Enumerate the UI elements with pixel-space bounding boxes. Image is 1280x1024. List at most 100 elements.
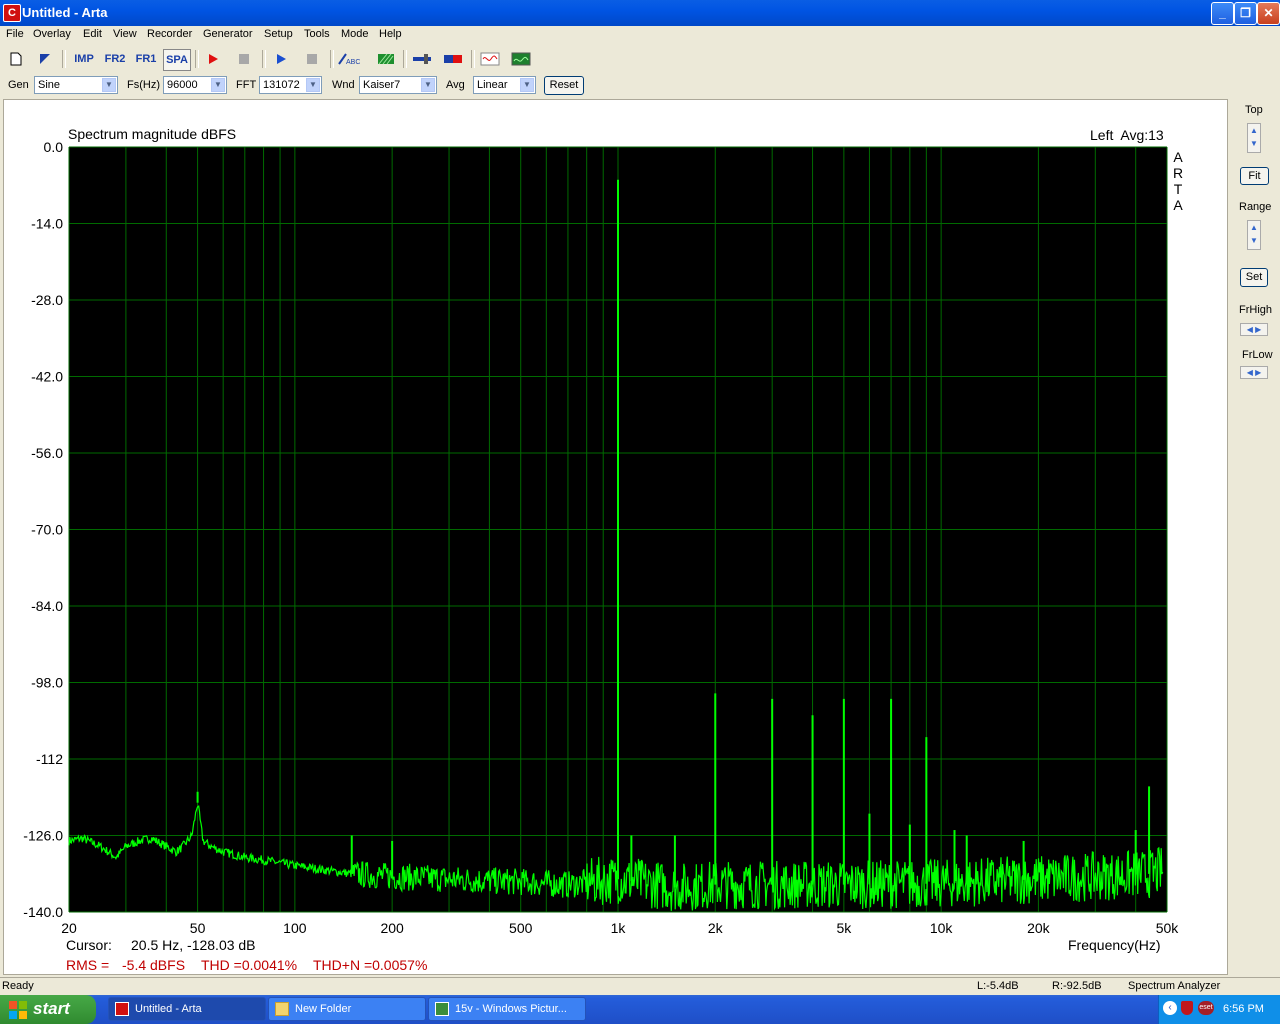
frhigh-label: FrHigh — [1239, 304, 1273, 316]
wnd-value: Kaiser7 — [363, 79, 401, 91]
title-bar: C Untitled - Arta _ ❐ ✕ — [0, 0, 1280, 26]
thd-value: THD =0.0041% — [201, 957, 298, 973]
abc-icon[interactable]: ABC — [337, 49, 361, 69]
range-label: Range — [1239, 201, 1272, 213]
rms-label: RMS = — [66, 957, 110, 973]
menu-generator[interactable]: Generator — [203, 28, 253, 40]
chevron-down-icon[interactable]: ▼ — [520, 78, 534, 92]
menu-view[interactable]: View — [113, 28, 137, 40]
generator-play-icon[interactable] — [270, 49, 292, 69]
app-icon[interactable]: C — [3, 4, 21, 22]
thdn-value: THD+N =0.0057% — [313, 957, 428, 973]
fr1-mode-button[interactable]: FR1 — [133, 49, 159, 69]
fft-select[interactable]: 131072 ▼ — [259, 76, 322, 94]
menu-tools[interactable]: Tools — [304, 28, 330, 40]
y-tick-label: 0.0 — [44, 139, 64, 155]
menu-help[interactable]: Help — [379, 28, 402, 40]
fft-value: 131072 — [263, 79, 300, 91]
y-tick-label: -56.0 — [31, 445, 63, 461]
slider-icon[interactable] — [411, 49, 433, 69]
task-arta[interactable]: Untitled - Arta — [108, 997, 266, 1021]
antivirus-icon[interactable]: eset — [1198, 1001, 1214, 1015]
generator-stop-icon[interactable] — [301, 49, 323, 69]
fs-select[interactable]: 96000 ▼ — [163, 76, 227, 94]
menu-mode[interactable]: Mode — [341, 28, 369, 40]
gen-select[interactable]: Sine ▼ — [34, 76, 118, 94]
tray-expand-icon[interactable]: ‹ — [1163, 1001, 1177, 1015]
y-tick-label: -84.0 — [31, 598, 63, 614]
shield-icon[interactable] — [1181, 1001, 1193, 1015]
frlow-label: FrLow — [1242, 349, 1273, 361]
stop-icon[interactable] — [233, 49, 255, 69]
frlow-spinner[interactable]: ◀ ▶ — [1240, 366, 1268, 379]
arta-vertical-label: A R T A — [1172, 149, 1184, 213]
taskbar: start Untitled - Arta New Folder 15v - W… — [0, 995, 1280, 1024]
spectrum-scope-icon[interactable] — [510, 49, 532, 69]
frhigh-spinner[interactable]: ◀ ▶ — [1240, 323, 1268, 336]
mode-indicator: Spectrum Analyzer — [1128, 980, 1221, 992]
x-tick-label: 50 — [190, 920, 206, 936]
x-tick-label: 200 — [380, 920, 404, 936]
menu-file[interactable]: File — [6, 28, 24, 40]
arta-letter: T — [1173, 181, 1183, 197]
record-play-icon[interactable] — [202, 49, 224, 69]
window-title: Untitled - Arta — [22, 5, 108, 20]
wnd-select[interactable]: Kaiser7 ▼ — [359, 76, 437, 94]
x-tick-label: 20k — [1027, 920, 1051, 936]
task-label: Untitled - Arta — [135, 1003, 202, 1015]
fs-label: Fs(Hz) — [127, 79, 160, 91]
reset-button[interactable]: Reset — [544, 76, 584, 95]
new-file-icon[interactable] — [5, 49, 27, 69]
menu-recorder[interactable]: Recorder — [147, 28, 192, 40]
range-spinner[interactable]: ▲ ▼ — [1247, 220, 1261, 250]
menu-setup[interactable]: Setup — [264, 28, 293, 40]
avg-select[interactable]: Linear ▼ — [473, 76, 536, 94]
y-tick-label: -126.0 — [23, 828, 63, 844]
status-bar: Ready L:-5.4dB R:-92.5dB Spectrum Analyz… — [0, 977, 1280, 996]
level-meter-icon[interactable] — [442, 49, 464, 69]
chevron-down-icon[interactable]: ▼ — [306, 78, 320, 92]
svg-text:ABC: ABC — [346, 59, 360, 66]
controls-toolbar: Gen Sine ▼ Fs(Hz) 96000 ▼ FFT 131072 ▼ W… — [0, 73, 1280, 99]
left-level: L:-5.4dB — [977, 980, 1019, 992]
open-arrow-icon[interactable] — [34, 49, 56, 69]
spectrum-chart[interactable]: 0.0 -14.0 -28.0 -42.0 -56.0 -70.0 -84.0 -98.0 -1… — [4, 100, 1227, 974]
arta-letter: A — [1173, 149, 1183, 165]
scope-icon[interactable] — [479, 49, 501, 69]
task-picture-viewer[interactable]: 15v - Windows Pictur... — [428, 997, 586, 1021]
status-text: Ready — [2, 980, 34, 992]
set-button[interactable]: Set — [1240, 268, 1268, 287]
fft-label: FFT — [236, 79, 257, 91]
chevron-down-icon[interactable]: ▼ — [421, 78, 435, 92]
toolbar-separator — [195, 50, 199, 68]
fs-value: 96000 — [167, 79, 198, 91]
task-label: 15v - Windows Pictur... — [455, 1003, 567, 1015]
cursor-label: Cursor: — [66, 937, 112, 953]
start-button[interactable]: start — [0, 995, 96, 1024]
gen-value: Sine — [38, 79, 61, 91]
toolbar-separator — [330, 50, 334, 68]
clock: 6:56 PM — [1223, 1003, 1264, 1015]
x-axis-label: Frequency(Hz) — [1068, 937, 1161, 953]
menu-overlay[interactable]: Overlay — [33, 28, 71, 40]
y-tick-label: -42.0 — [31, 369, 63, 385]
x-tick-label: 1k — [611, 920, 627, 936]
x-tick-label: 2k — [708, 920, 724, 936]
chevron-down-icon[interactable]: ▼ — [102, 78, 116, 92]
top-spinner[interactable]: ▲ ▼ — [1247, 123, 1261, 153]
x-tick-label: 100 — [283, 920, 307, 936]
fr2-mode-button[interactable]: FR2 — [102, 49, 128, 69]
minimize-button[interactable]: _ — [1211, 2, 1234, 25]
task-new-folder[interactable]: New Folder — [268, 997, 426, 1021]
y-tick-label: -28.0 — [31, 292, 63, 308]
windows-logo-icon — [9, 1001, 27, 1019]
chevron-down-icon[interactable]: ▼ — [211, 78, 225, 92]
close-button[interactable]: ✕ — [1257, 2, 1280, 25]
fit-button[interactable]: Fit — [1240, 167, 1269, 185]
menu-edit[interactable]: Edit — [83, 28, 102, 40]
plot-panel: 0.0 -14.0 -28.0 -42.0 -56.0 -70.0 -84.0 -98.0 -1… — [3, 99, 1228, 975]
impulse-mode-button[interactable]: IMP — [70, 49, 98, 69]
hatch-icon[interactable] — [375, 49, 397, 69]
restore-button[interactable]: ❐ — [1234, 2, 1257, 25]
spa-mode-button[interactable]: SPA — [163, 49, 191, 71]
